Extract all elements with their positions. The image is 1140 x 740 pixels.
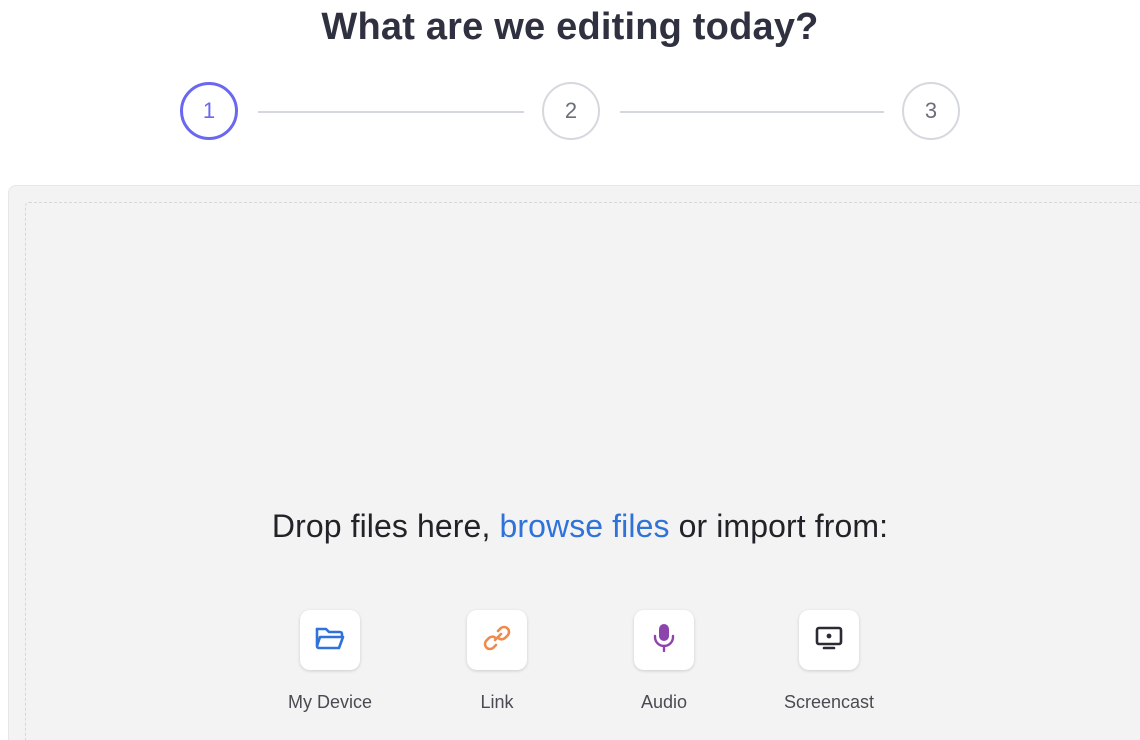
source-tile[interactable] xyxy=(300,610,360,670)
dropzone-instructions: Drop files here, browse files or import … xyxy=(0,508,1140,545)
import-sources: My Device Link Audio Screencast xyxy=(255,610,905,720)
source-label: My Device xyxy=(287,692,372,712)
source-label: Screencast xyxy=(783,692,875,712)
page-title: What are we editing today? xyxy=(321,6,819,48)
step-connector xyxy=(620,111,884,113)
browse-files-link[interactable]: browse files xyxy=(499,508,669,544)
step-progress: 1 2 3 xyxy=(180,82,964,144)
source-label: Audio xyxy=(640,692,688,712)
folder-icon xyxy=(314,624,346,657)
source-my-device[interactable]: My Device xyxy=(255,610,405,713)
microphone-icon xyxy=(651,622,677,659)
import-page: What are we editing today? 1 2 3 Drop fi… xyxy=(0,0,1140,740)
screen-icon xyxy=(814,625,844,656)
source-tile[interactable] xyxy=(467,610,527,670)
step-2[interactable]: 2 xyxy=(542,82,600,140)
source-screencast[interactable]: Screencast xyxy=(754,610,904,713)
source-audio[interactable]: Audio xyxy=(589,610,739,713)
step-connector xyxy=(258,111,524,113)
link-icon xyxy=(482,623,512,658)
source-label: Link xyxy=(480,692,514,712)
source-tile[interactable] xyxy=(799,610,859,670)
step-1[interactable]: 1 xyxy=(180,82,238,140)
dropzone-text-suffix: or import from: xyxy=(669,508,889,544)
step-3[interactable]: 3 xyxy=(902,82,960,140)
source-link[interactable]: Link xyxy=(422,610,572,713)
source-tile[interactable] xyxy=(634,610,694,670)
dropzone-text-prefix: Drop files here, xyxy=(271,508,500,544)
